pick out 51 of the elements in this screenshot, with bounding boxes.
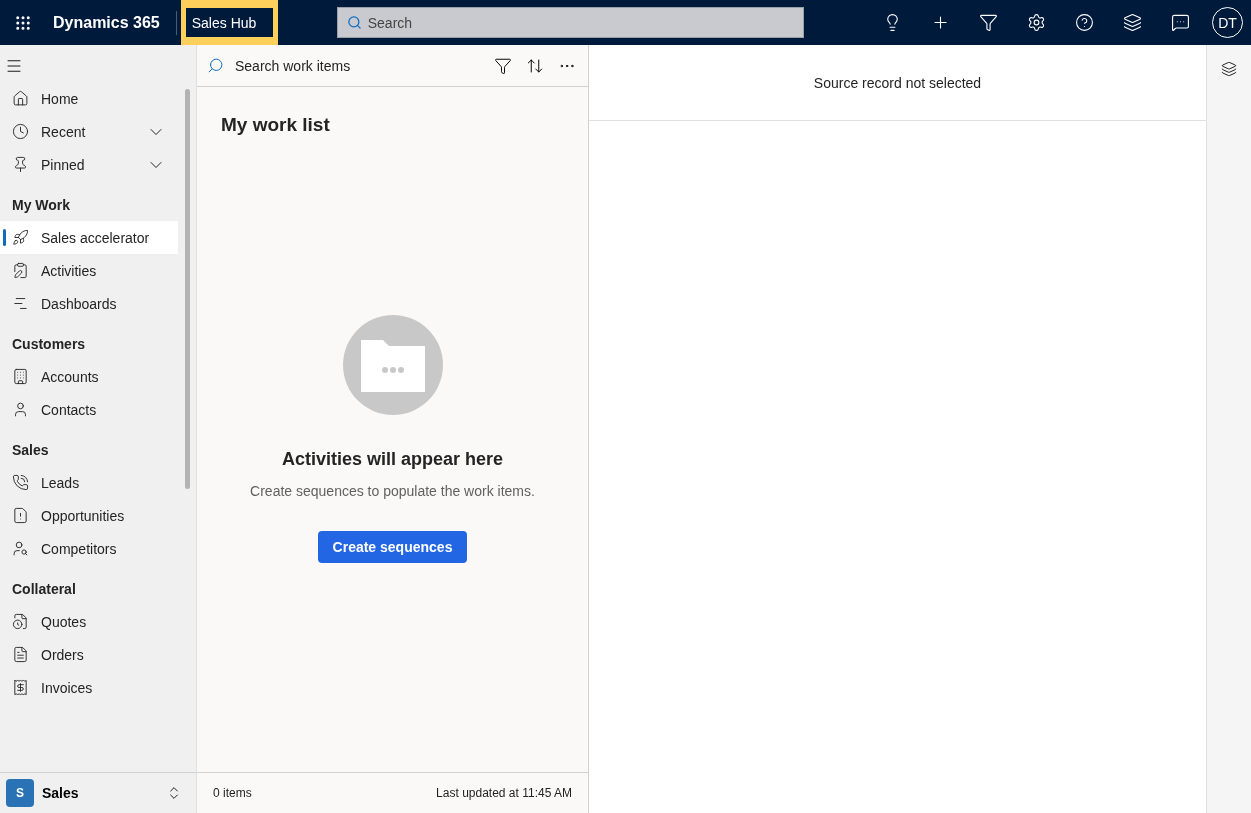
section-heading: Sales (12, 442, 49, 458)
area-badge: S (6, 779, 34, 807)
selection-indicator (3, 229, 6, 246)
nav-item[interactable]: Orders (0, 638, 178, 671)
home-icon (12, 90, 29, 107)
clock-icon (12, 123, 29, 140)
sort-icon[interactable] (526, 56, 544, 75)
empty-state-title: Activities will appear here (281, 447, 504, 471)
app-name[interactable]: Dynamics 365 (53, 10, 160, 35)
document-clock-icon (12, 613, 29, 630)
dashboard-icon (12, 295, 29, 312)
person-question-icon (12, 540, 29, 557)
menu-icon[interactable] (5, 57, 23, 75)
last-updated-text: Last updated at 11:45 AM (436, 785, 572, 801)
empty-record-message: Source record not selected (813, 73, 982, 93)
search-icon (207, 57, 224, 74)
search-field[interactable]: Search (336, 7, 804, 38)
search-icon (346, 15, 362, 30)
work-items-search-field[interactable]: Search work items (235, 55, 494, 76)
create-sequences-button[interactable]: Create sequences (317, 530, 468, 563)
phone-icon (12, 474, 29, 491)
nav-item[interactable]: Recent (0, 115, 178, 148)
section-heading: Customers (12, 336, 86, 352)
document-icon (12, 646, 29, 663)
filter-icon[interactable] (494, 56, 512, 75)
nav-item[interactable]: Leads (0, 466, 178, 499)
nav-item[interactable]: Contacts (0, 393, 178, 426)
building-icon (12, 368, 29, 385)
nav-item[interactable]: Sales accelerator (0, 221, 178, 254)
item-count: 0 items (213, 785, 252, 801)
nav-item[interactable]: Pinned (0, 148, 178, 181)
work-list-title: My work list (221, 114, 330, 135)
clipboard-icon (12, 262, 29, 279)
section-heading: My Work (12, 197, 71, 213)
nav-item[interactable]: Dashboards (0, 287, 178, 320)
receipt-icon (12, 679, 29, 696)
section-heading: Collateral (12, 581, 76, 597)
nav-item[interactable]: Home (0, 82, 178, 115)
document-icon (12, 507, 29, 524)
rocket-icon (12, 229, 29, 246)
empty-state-text: Create sequences to populate the work items. (250, 481, 535, 501)
area-switcher-label[interactable]: Sales (42, 783, 158, 803)
nav-item[interactable]: Quotes (0, 605, 178, 638)
nav-item[interactable]: Competitors (0, 532, 178, 565)
nav-item[interactable]: Opportunities (0, 499, 178, 532)
nav-item[interactable]: Invoices (0, 671, 178, 704)
nav-item[interactable]: Activities (0, 254, 178, 287)
nav-item[interactable]: Accounts (0, 360, 178, 393)
pin-icon (12, 156, 29, 173)
area-title[interactable]: Sales Hub (185, 8, 273, 37)
person-icon (12, 401, 29, 418)
